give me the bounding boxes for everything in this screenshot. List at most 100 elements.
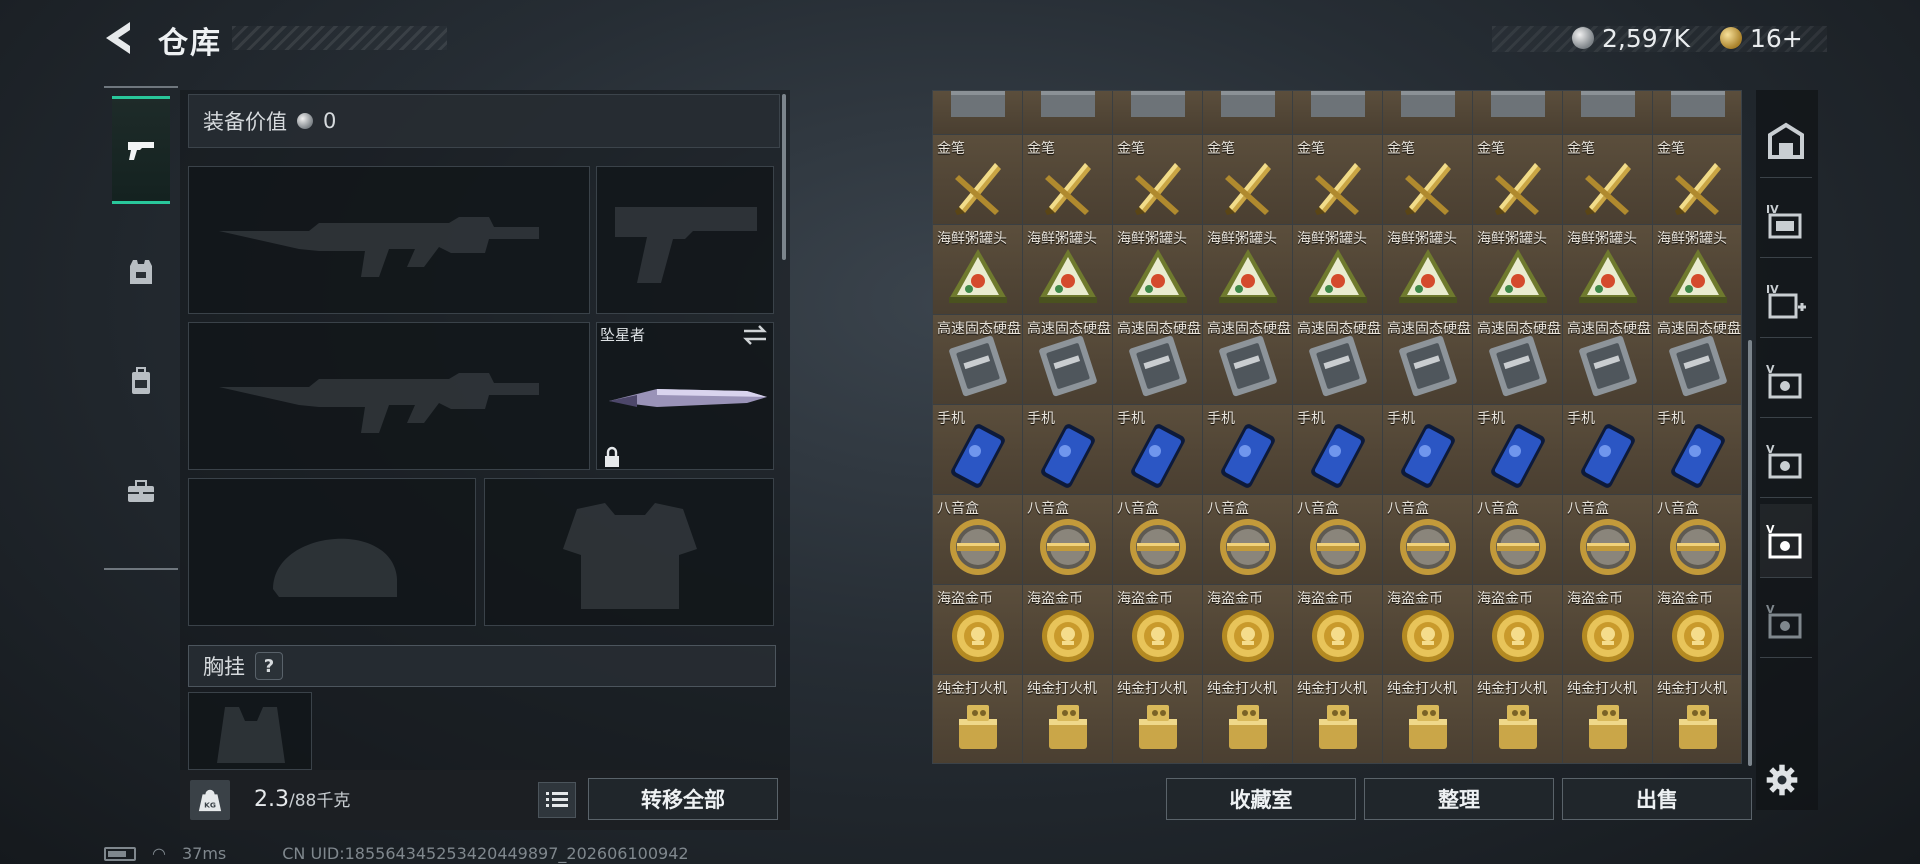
item-cell[interactable]: 八音盒 <box>1653 495 1741 585</box>
item-cell[interactable]: 高速固态硬盘 <box>933 315 1023 405</box>
item-cell[interactable]: 海盗金币 <box>1023 585 1113 675</box>
item-cell[interactable] <box>1023 91 1113 135</box>
item-cell[interactable]: 手机 <box>1653 405 1741 495</box>
item-cell[interactable]: 海鲜粥罐头 <box>1023 225 1113 315</box>
item-cell[interactable]: 八音盒 <box>1563 495 1653 585</box>
tab-storage-main[interactable] <box>1760 104 1812 178</box>
item-cell[interactable]: 海盗金币 <box>1473 585 1563 675</box>
settings-button[interactable] <box>1764 762 1804 802</box>
item-cell[interactable]: 八音盒 <box>933 495 1023 585</box>
item-cell[interactable]: 纯金打火机 <box>1293 675 1383 763</box>
item-cell[interactable]: 高速固态硬盘 <box>1023 315 1113 405</box>
item-cell[interactable]: 高速固态硬盘 <box>1383 315 1473 405</box>
item-cell[interactable]: 海鲜粥罐头 <box>933 225 1023 315</box>
item-cell[interactable] <box>1293 91 1383 135</box>
slot-body-armor[interactable] <box>484 478 774 626</box>
warehouse-scrollbar[interactable] <box>1748 340 1752 766</box>
item-cell[interactable]: 纯金打火机 <box>1383 675 1473 763</box>
item-cell[interactable]: 纯金打火机 <box>1023 675 1113 763</box>
equipment-scrollbar[interactable] <box>782 94 786 260</box>
tab-storage-v-2[interactable]: V <box>1760 424 1812 498</box>
item-cell[interactable]: 八音盒 <box>1023 495 1113 585</box>
tab-storage-v-3[interactable]: V <box>1760 504 1812 578</box>
sort-button[interactable]: 整理 <box>1364 778 1554 820</box>
tab-storage-v-4[interactable]: V <box>1760 584 1812 658</box>
item-cell[interactable]: 八音盒 <box>1293 495 1383 585</box>
slot-chest-rig[interactable] <box>188 692 312 770</box>
item-cell[interactable]: 金笔 <box>1473 135 1563 225</box>
item-cell[interactable]: 纯金打火机 <box>1653 675 1741 763</box>
item-cell[interactable]: 八音盒 <box>1113 495 1203 585</box>
item-cell[interactable]: 手机 <box>1023 405 1113 495</box>
item-cell[interactable] <box>1383 91 1473 135</box>
item-cell[interactable]: 手机 <box>1203 405 1293 495</box>
item-cell[interactable]: 海盗金币 <box>1383 585 1473 675</box>
item-cell[interactable]: 手机 <box>1383 405 1473 495</box>
item-cell[interactable]: 金笔 <box>1563 135 1653 225</box>
item-cell[interactable]: 海鲜粥罐头 <box>1293 225 1383 315</box>
slot-primary-weapon-1[interactable] <box>188 166 590 314</box>
item-cell[interactable]: 海鲜粥罐头 <box>1473 225 1563 315</box>
item-cell[interactable]: 纯金打火机 <box>1563 675 1653 763</box>
item-cell[interactable]: 高速固态硬盘 <box>1653 315 1741 405</box>
item-cell[interactable]: 金笔 <box>1383 135 1473 225</box>
item-cell[interactable]: 高速固态硬盘 <box>1113 315 1203 405</box>
item-cell[interactable]: 金笔 <box>1293 135 1383 225</box>
item-cell[interactable]: 海鲜粥罐头 <box>1203 225 1293 315</box>
help-button[interactable]: ? <box>255 652 283 680</box>
item-cell[interactable]: 高速固态硬盘 <box>1563 315 1653 405</box>
item-cell[interactable]: 八音盒 <box>1473 495 1563 585</box>
item-cell[interactable]: 八音盒 <box>1383 495 1473 585</box>
item-cell[interactable]: 手机 <box>1113 405 1203 495</box>
item-cell[interactable]: 海盗金币 <box>1653 585 1741 675</box>
category-backpack[interactable] <box>112 328 170 436</box>
item-cell[interactable]: 金笔 <box>933 135 1023 225</box>
item-cell[interactable]: 纯金打火机 <box>1473 675 1563 763</box>
sell-button[interactable]: 出售 <box>1562 778 1752 820</box>
item-cell[interactable]: 八音盒 <box>1203 495 1293 585</box>
item-cell[interactable] <box>1473 91 1563 135</box>
item-cell[interactable]: 海盗金币 <box>1203 585 1293 675</box>
item-cell[interactable]: 海鲜粥罐头 <box>1113 225 1203 315</box>
item-cell[interactable]: 手机 <box>933 405 1023 495</box>
item-cell[interactable]: 海鲜粥罐头 <box>1383 225 1473 315</box>
item-cell[interactable]: 金笔 <box>1653 135 1741 225</box>
collection-room-button[interactable]: 收藏室 <box>1166 778 1356 820</box>
item-cell[interactable]: 金笔 <box>1023 135 1113 225</box>
swap-icon[interactable] <box>742 324 768 346</box>
item-cell[interactable] <box>1203 91 1293 135</box>
item-cell[interactable]: 海鲜粥罐头 <box>1563 225 1653 315</box>
item-cell[interactable]: 海盗金币 <box>1113 585 1203 675</box>
transfer-all-button[interactable]: 转移全部 <box>588 778 778 820</box>
item-cell[interactable]: 手机 <box>1563 405 1653 495</box>
item-cell[interactable]: 金笔 <box>1113 135 1203 225</box>
slot-helmet[interactable] <box>188 478 476 626</box>
list-view-button[interactable] <box>538 782 576 818</box>
item-cell[interactable]: 纯金打火机 <box>1203 675 1293 763</box>
tab-storage-v-1[interactable]: V <box>1760 344 1812 418</box>
item-cell[interactable] <box>933 91 1023 135</box>
item-cell[interactable]: 高速固态硬盘 <box>1473 315 1563 405</box>
tab-storage-iv[interactable]: IV <box>1760 184 1812 258</box>
item-cell[interactable]: 手机 <box>1293 405 1383 495</box>
tab-storage-iv-add[interactable]: IV <box>1760 264 1812 338</box>
category-pistol[interactable] <box>112 96 170 204</box>
item-cell[interactable]: 海盗金币 <box>1293 585 1383 675</box>
back-button[interactable] <box>100 18 140 58</box>
item-cell[interactable]: 海盗金币 <box>933 585 1023 675</box>
item-cell[interactable]: 高速固态硬盘 <box>1203 315 1293 405</box>
item-cell[interactable]: 海盗金币 <box>1563 585 1653 675</box>
item-cell[interactable]: 海鲜粥罐头 <box>1653 225 1741 315</box>
item-cell[interactable]: 手机 <box>1473 405 1563 495</box>
item-cell[interactable] <box>1113 91 1203 135</box>
category-toolbox[interactable] <box>112 438 170 546</box>
item-cell[interactable]: 高速固态硬盘 <box>1293 315 1383 405</box>
item-cell[interactable] <box>1563 91 1653 135</box>
slot-primary-weapon-2[interactable] <box>188 322 590 470</box>
item-cell[interactable]: 纯金打火机 <box>933 675 1023 763</box>
item-cell[interactable] <box>1653 91 1741 135</box>
item-cell[interactable]: 纯金打火机 <box>1113 675 1203 763</box>
item-cell[interactable]: 金笔 <box>1203 135 1293 225</box>
slot-sidearm[interactable] <box>596 166 774 314</box>
category-armor[interactable] <box>112 218 170 326</box>
